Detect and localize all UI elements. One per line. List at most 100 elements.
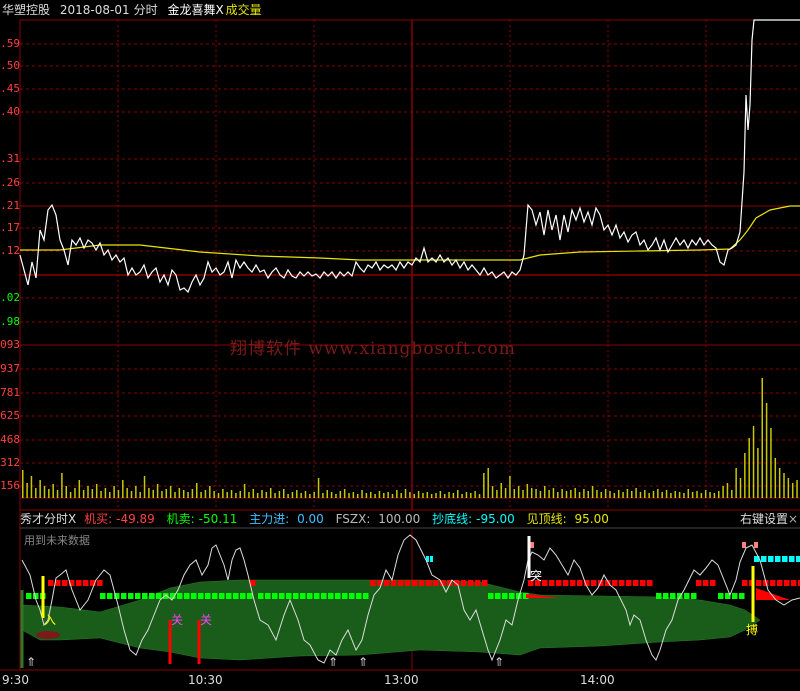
volume-bar (291, 492, 294, 498)
jimai2-label: 机卖: -50.11 (166, 512, 238, 526)
sell-signal-bar (107, 593, 113, 599)
volume-bar (500, 483, 502, 498)
buy-signal-bar (475, 580, 481, 586)
volume-bar (704, 490, 707, 498)
sell-signal-bar (226, 593, 232, 599)
volume-bar (530, 488, 533, 498)
volume-bar (78, 480, 81, 498)
top-signal-bar (796, 556, 800, 562)
sell-signal-bar (247, 593, 253, 599)
volume-bar (778, 468, 781, 498)
buy-signal-bar (626, 580, 632, 586)
buy-signal-bar (647, 580, 653, 586)
stock-name[interactable]: 华塑控股 (2, 3, 50, 17)
right-click-settings[interactable]: 右键设置 (740, 510, 788, 528)
volume-bar (356, 494, 359, 498)
buy-signal-bar (433, 580, 439, 586)
volume-bar (774, 458, 777, 498)
volume-bar (578, 492, 581, 498)
volume-bar (461, 494, 463, 498)
indicator-bar: 秀才分时X 机买: -49.89 机卖: -50.11 主力进: 0.00 FSZX… (20, 510, 800, 528)
bottom-arrow-icon: ⇑ (358, 655, 368, 669)
bottom-arrow-icon: ⇑ (328, 655, 338, 669)
sell-signal-bar (258, 593, 264, 599)
buy-signal-bar (83, 580, 89, 586)
sell-signal-bar (149, 593, 155, 599)
volume-bar (452, 493, 455, 498)
volume-tick: 468 (0, 433, 20, 446)
price-tick: .45 (0, 82, 20, 95)
close-icon[interactable]: × (788, 510, 798, 528)
volume-bar (544, 486, 546, 498)
buy-signal-bar (384, 580, 390, 586)
price-tick: .40 (0, 105, 20, 118)
volume-bar (74, 488, 76, 498)
volume-bar (722, 486, 724, 498)
price-tick: .17 (0, 221, 20, 234)
sell-signal-bar (684, 593, 690, 599)
volume-bar (187, 492, 189, 498)
volume-bar (283, 489, 285, 498)
buy-signal-bar (756, 580, 762, 586)
volume-bar (278, 491, 281, 498)
sell-signal-bar (184, 593, 190, 599)
indicator-name[interactable]: 金龙喜舞X (167, 3, 223, 17)
volume-bar (122, 480, 124, 498)
volume-bar (109, 492, 111, 498)
entry-blob (36, 631, 60, 639)
volume-bar (387, 492, 389, 498)
sell-signal-bar (314, 593, 320, 599)
volume-bar (339, 491, 342, 498)
volume-bar (82, 490, 85, 498)
volume-bar (243, 484, 246, 498)
exit-tag: 关 (200, 613, 212, 627)
volume-bar (343, 489, 346, 498)
future-data-hint: 用到未来数据 (24, 534, 90, 547)
volume-bar (430, 494, 433, 498)
volume-bar (252, 489, 255, 498)
sell-signal-bar (342, 593, 348, 599)
volume-bar (404, 489, 407, 498)
volume-bar (391, 494, 394, 498)
volume-bar (539, 491, 542, 498)
volume-bar (522, 490, 524, 498)
volume-bar (191, 489, 194, 498)
top-signal-bar (768, 556, 774, 562)
jianding-label: 见顶线: 95.00 (526, 512, 609, 526)
volume-bar (161, 491, 163, 498)
avg-price-line (20, 205, 800, 261)
volume-bar (622, 492, 624, 498)
volume-bar (591, 486, 594, 498)
chaodi-label: 抄底线: -95.00 (432, 512, 515, 526)
volume-bar (135, 486, 137, 498)
sell-signal-bar (495, 593, 501, 599)
red-wedge (756, 588, 790, 600)
volume-bar (787, 478, 790, 498)
volume-bar (196, 483, 198, 498)
volume-bar (56, 490, 59, 498)
sell-signal-bar (328, 593, 334, 599)
volume-bar (95, 484, 98, 498)
volume-bar (674, 491, 676, 498)
indicator-title[interactable]: 秀才分时X (20, 512, 76, 526)
volume-bar (130, 491, 133, 498)
volume-bar (509, 476, 511, 498)
jimai-label: 机买: -49.89 (84, 512, 155, 526)
volume-bar (52, 484, 54, 498)
buy-signal-bar (48, 580, 54, 586)
sell-signal-bar (363, 593, 369, 599)
price-tick: .59 (0, 37, 20, 50)
volume-bar (535, 489, 537, 498)
sell-signal-bar (121, 593, 127, 599)
volume-bar (483, 473, 485, 498)
volume-bar (326, 490, 328, 498)
sell-signal-bar (691, 593, 697, 599)
buy-signal-bar (777, 580, 783, 586)
buy-signal-bar (696, 580, 702, 586)
volume-bar (152, 490, 154, 498)
volume-bar (22, 470, 24, 498)
volume-label[interactable]: 成交量 (226, 3, 262, 17)
sell-signal-bar (488, 593, 494, 599)
volume-bar (574, 488, 576, 498)
volume-bar (30, 476, 33, 498)
